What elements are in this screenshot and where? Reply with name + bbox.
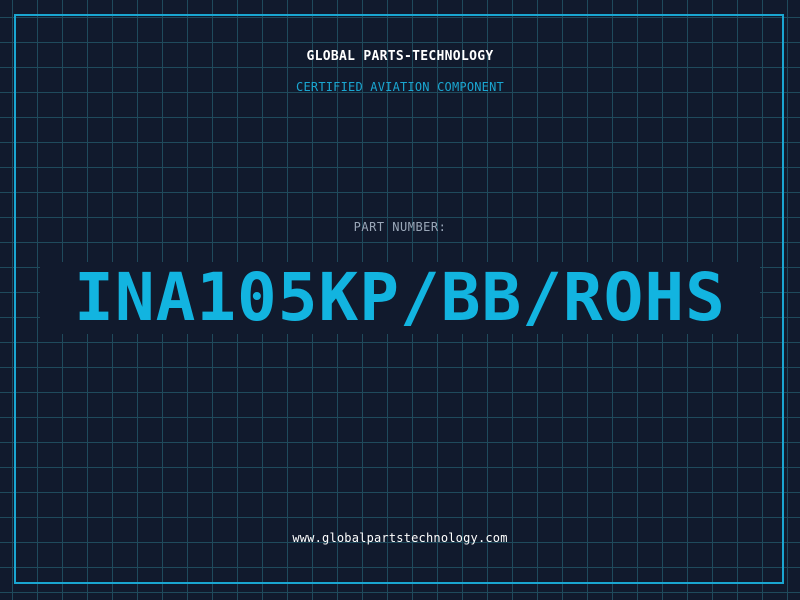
part-card: GLOBAL PARTS-TECHNOLOGY CERTIFIED AVIATI… [0, 0, 800, 600]
certification-tagline: CERTIFIED AVIATION COMPONENT [296, 80, 504, 94]
company-name: GLOBAL PARTS-TECHNOLOGY [306, 49, 494, 64]
website-url: www.globalpartstechnology.com [292, 531, 508, 545]
part-number-value: INA105KP/BB/ROHS [74, 259, 726, 336]
part-number-label: PART NUMBER: [353, 220, 447, 234]
